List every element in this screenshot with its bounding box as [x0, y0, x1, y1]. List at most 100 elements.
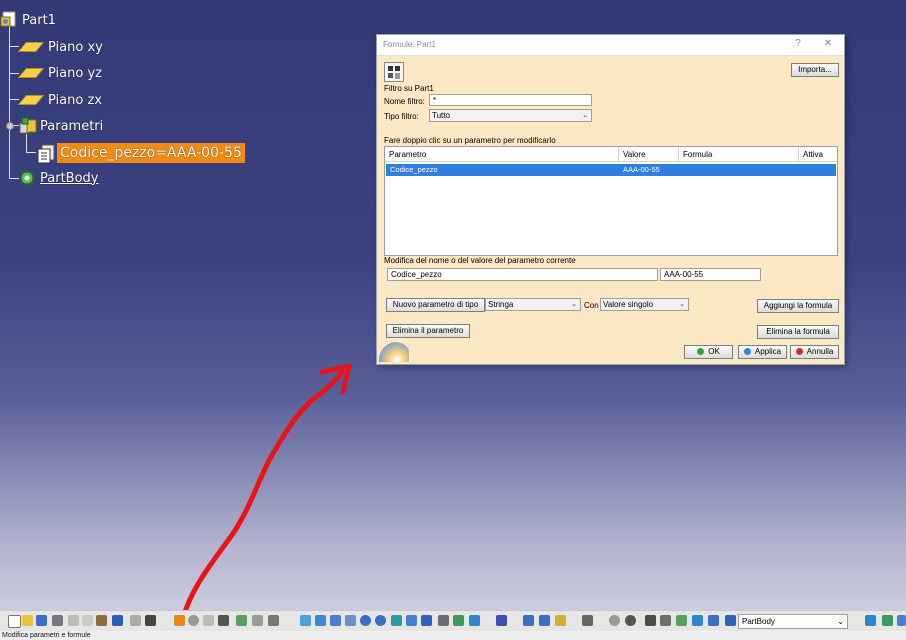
dialog-title: Formule: Part1 — [383, 40, 436, 49]
open-file-icon[interactable] — [22, 615, 33, 626]
column-header-parametro[interactable]: Parametro — [385, 147, 619, 162]
redo-icon[interactable] — [130, 615, 141, 626]
save-icon[interactable] — [36, 615, 47, 626]
normal-view-icon[interactable] — [391, 615, 402, 626]
fit-all-icon[interactable] — [315, 615, 326, 626]
table-row[interactable]: Codice_pezzo AAA-00-55 — [386, 164, 836, 176]
body-select-value: PartBody — [742, 617, 775, 626]
measure-item-icon[interactable] — [582, 615, 593, 626]
tree-label-parameter-selected: Codice_pezzo=AAA-00-55 — [57, 143, 245, 163]
plane-tool-icon[interactable] — [676, 615, 687, 626]
tree-label-part1: Part1 — [22, 12, 56, 28]
dialog-titlebar[interactable]: Formule: Part1 ? ✕ — [377, 35, 844, 56]
tree-node-plane-yz[interactable]: Piano yz — [17, 63, 102, 83]
tree-label-parameters: Parametri — [40, 118, 104, 134]
insert-body-icon[interactable] — [725, 615, 736, 626]
undo-icon[interactable] — [112, 615, 123, 626]
tree-node-part1[interactable]: Part1 — [0, 10, 56, 30]
tree-node-plane-xy[interactable]: Piano xy — [17, 37, 103, 57]
body-icon[interactable] — [708, 615, 719, 626]
comment-icon[interactable] — [188, 615, 199, 626]
axis-icon[interactable] — [645, 615, 656, 626]
rule-icon[interactable] — [268, 615, 279, 626]
delete-formula-button[interactable]: Elimina la formula — [757, 325, 839, 339]
workbench-icon[interactable] — [865, 615, 876, 626]
point-icon[interactable] — [660, 615, 671, 626]
ok-button[interactable]: OK — [684, 345, 733, 359]
parameter-value-input[interactable]: AAA-00-55 — [660, 268, 761, 281]
chevron-down-icon: ⌄ — [837, 617, 844, 626]
collapse-toggle-icon[interactable] — [6, 122, 14, 130]
constraint-icon[interactable] — [523, 615, 534, 626]
sketch-icon[interactable] — [692, 615, 703, 626]
dimension-icon[interactable] — [539, 615, 550, 626]
cancel-label: Annulla — [806, 347, 834, 356]
copy-icon[interactable] — [82, 615, 93, 626]
tree-node-plane-zx[interactable]: Piano zx — [17, 90, 102, 110]
swap-space-icon[interactable] — [453, 615, 464, 626]
value-mode-value: Valore singolo — [603, 300, 654, 309]
shape-icon[interactable] — [897, 615, 906, 626]
apply-button[interactable]: Applica — [738, 345, 787, 359]
help-icon[interactable] — [145, 615, 156, 626]
column-header-attiva[interactable]: Attiva — [799, 147, 837, 162]
snap-icon[interactable] — [469, 615, 480, 626]
material-icon[interactable] — [252, 615, 263, 626]
column-header-valore[interactable]: Valore — [619, 147, 679, 162]
formula-icon[interactable] — [174, 615, 185, 626]
filter-name-input[interactable]: * — [429, 94, 592, 106]
render-style-icon[interactable] — [421, 615, 432, 626]
tree-node-partbody[interactable]: PartBody — [18, 168, 98, 188]
chevron-down-icon: ⌄ — [679, 301, 685, 308]
tree-node-parameter-codice[interactable]: Codice_pezzo=AAA-00-55 — [36, 143, 245, 164]
close-button[interactable]: ✕ — [821, 38, 835, 49]
table-caption: Fare doppio clic su un parametro per mod… — [384, 136, 556, 145]
tree-label-plane: Piano yz — [48, 65, 102, 81]
parameters-table[interactable]: Parametro Valore Formula Attiva Codice_p… — [384, 146, 838, 256]
compass-icon[interactable] — [625, 615, 636, 626]
cell-valore: AAA-00-55 — [623, 165, 660, 174]
new-file-icon[interactable] — [8, 615, 21, 628]
ok-icon — [697, 348, 705, 355]
cell-parametro: Codice_pezzo — [390, 165, 438, 174]
parameter-type-value: Stringa — [488, 300, 514, 309]
delete-parameter-button[interactable]: Elimina il parametro — [386, 324, 470, 338]
rotate-icon[interactable] — [345, 615, 356, 626]
column-header-formula[interactable]: Formula — [679, 147, 799, 162]
status-bar: Modifica parametri e formule — [0, 631, 906, 640]
zoom-out-icon[interactable] — [375, 615, 386, 626]
measure-icon[interactable] — [236, 615, 247, 626]
help-button[interactable]: ? — [791, 38, 805, 49]
cancel-icon — [795, 348, 803, 355]
update-icon[interactable] — [496, 615, 507, 626]
cancel-button[interactable]: Annulla — [790, 345, 839, 359]
new-parameter-button[interactable]: Nuovo parametro di tipo — [386, 298, 485, 312]
hole-icon[interactable] — [609, 615, 620, 626]
zoom-in-icon[interactable] — [360, 615, 371, 626]
filter-tree-icon[interactable] — [384, 62, 404, 82]
query-icon[interactable] — [203, 615, 214, 626]
hide-show-icon[interactable] — [438, 615, 449, 626]
add-formula-button[interactable]: Aggiungi la formula — [757, 299, 839, 313]
pan-icon[interactable] — [330, 615, 341, 626]
parameter-name-input[interactable]: Codice_pezzo — [387, 268, 658, 281]
filter-section-title: Filtro su Part1 — [384, 84, 434, 93]
partbody-icon — [18, 169, 36, 187]
tree-line — [26, 134, 27, 152]
parameter-icon — [36, 144, 55, 164]
body-select[interactable]: PartBody ⌄ — [738, 614, 848, 629]
part-design-icon[interactable] — [882, 615, 893, 626]
parameter-type-select[interactable]: Stringa ⌄ — [485, 298, 581, 311]
view-mode-icon[interactable] — [406, 615, 417, 626]
print-icon[interactable] — [52, 615, 63, 626]
edit-caption: Modifica del nome o del valore del param… — [384, 256, 576, 265]
cut-icon[interactable] — [68, 615, 79, 626]
paste-icon[interactable] — [96, 615, 107, 626]
table-icon[interactable] — [218, 615, 229, 626]
fly-icon[interactable] — [300, 615, 311, 626]
import-button[interactable]: Importa... — [791, 63, 839, 77]
light-icon[interactable] — [555, 615, 566, 626]
value-mode-select[interactable]: Valore singolo ⌄ — [600, 298, 689, 311]
filter-type-select[interactable]: Tutto ⌄ — [429, 109, 592, 122]
tree-node-parameters[interactable]: Parametri — [0, 116, 103, 136]
